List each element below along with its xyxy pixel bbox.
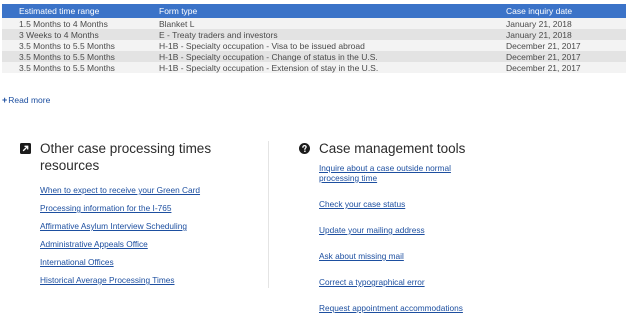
table-row: 3.5 Months to 5.5 Months H-1B - Specialt… bbox=[2, 40, 626, 51]
appeals-office-link[interactable]: Administrative Appeals Office bbox=[40, 239, 148, 249]
list-item: Correct a typographical error bbox=[319, 272, 529, 290]
typo-error-link[interactable]: Correct a typographical error bbox=[319, 277, 425, 287]
table-row: 3 Weeks to 4 Months E - Treaty traders a… bbox=[2, 29, 626, 40]
historical-times-link[interactable]: Historical Average Processing Times bbox=[40, 275, 175, 285]
cell-inquiry-date: December 21, 2017 bbox=[489, 51, 626, 62]
other-resources-title-line1: Other case processing times bbox=[40, 141, 212, 156]
list-item: Administrative Appeals Office bbox=[40, 234, 252, 252]
other-resources-links: When to expect to receive your Green Car… bbox=[20, 180, 252, 288]
international-offices-link[interactable]: International Offices bbox=[40, 257, 114, 267]
read-more-label: Read more bbox=[8, 95, 51, 105]
inquire-case-link[interactable]: Inquire about a case outside normal proc… bbox=[319, 163, 484, 183]
table-row: 3.5 Months to 5.5 Months H-1B - Specialt… bbox=[2, 51, 626, 62]
cell-time-range: 3.5 Months to 5.5 Months bbox=[2, 40, 142, 51]
table-row: 1.5 Months to 4 Months Blanket L January… bbox=[2, 18, 626, 29]
i765-link[interactable]: Processing information for the I-765 bbox=[40, 203, 171, 213]
cell-form-type: E - Treaty traders and investors bbox=[142, 29, 489, 40]
cell-form-type: H-1B - Specialty occupation - Visa to be… bbox=[142, 40, 489, 51]
list-item: Ask about missing mail bbox=[319, 246, 529, 264]
list-item: Historical Average Processing Times bbox=[40, 270, 252, 288]
cell-form-type: H-1B - Specialty occupation - Extension … bbox=[142, 62, 489, 73]
list-item: Affirmative Asylum Interview Scheduling bbox=[40, 216, 252, 234]
other-resources-section: Other case processing times resources Wh… bbox=[20, 140, 252, 288]
other-resources-header: Other case processing times resources bbox=[20, 140, 252, 174]
list-item: International Offices bbox=[40, 252, 252, 270]
table-header-row: Estimated time range Form type Case inqu… bbox=[2, 4, 626, 18]
appointment-accommodations-link[interactable]: Request appointment accommodations bbox=[319, 303, 463, 313]
read-more-link[interactable]: +Read more bbox=[2, 95, 50, 105]
cell-inquiry-date: January 21, 2018 bbox=[489, 29, 626, 40]
case-tools-header: Case management tools bbox=[299, 140, 529, 157]
header-form-type: Form type bbox=[142, 4, 489, 18]
check-case-status-link[interactable]: Check your case status bbox=[319, 199, 405, 209]
plus-icon: + bbox=[2, 95, 8, 105]
cell-inquiry-date: December 21, 2017 bbox=[489, 40, 626, 51]
list-item: Check your case status bbox=[319, 194, 529, 212]
header-estimated-time-range: Estimated time range bbox=[2, 4, 142, 18]
external-link-icon bbox=[20, 143, 31, 154]
cell-time-range: 3.5 Months to 5.5 Months bbox=[2, 62, 142, 73]
case-tools-links: Inquire about a case outside normal proc… bbox=[299, 163, 529, 316]
cell-form-type: Blanket L bbox=[142, 18, 489, 29]
cell-time-range: 3 Weeks to 4 Months bbox=[2, 29, 142, 40]
header-case-inquiry-date: Case inquiry date bbox=[489, 4, 626, 18]
processing-times-table-container: Estimated time range Form type Case inqu… bbox=[2, 4, 626, 73]
other-resources-title: Other case processing times resources bbox=[40, 140, 252, 174]
processing-times-table: Estimated time range Form type Case inqu… bbox=[2, 4, 626, 73]
section-divider bbox=[268, 141, 269, 288]
case-tools-title: Case management tools bbox=[319, 141, 466, 156]
missing-mail-link[interactable]: Ask about missing mail bbox=[319, 251, 404, 261]
other-resources-title-line2: resources bbox=[40, 158, 100, 173]
update-address-link[interactable]: Update your mailing address bbox=[319, 225, 425, 235]
list-item: Inquire about a case outside normal proc… bbox=[319, 163, 529, 186]
list-item: Request appointment accommodations bbox=[319, 298, 529, 316]
cell-form-type: H-1B - Specialty occupation - Change of … bbox=[142, 51, 489, 62]
list-item: Update your mailing address bbox=[319, 220, 529, 238]
asylum-scheduling-link[interactable]: Affirmative Asylum Interview Scheduling bbox=[40, 221, 187, 231]
list-item: Processing information for the I-765 bbox=[40, 198, 252, 216]
cell-inquiry-date: December 21, 2017 bbox=[489, 62, 626, 73]
cell-inquiry-date: January 21, 2018 bbox=[489, 18, 626, 29]
case-tools-section: Case management tools Inquire about a ca… bbox=[299, 140, 529, 324]
cell-time-range: 3.5 Months to 5.5 Months bbox=[2, 51, 142, 62]
table-row: 3.5 Months to 5.5 Months H-1B - Specialt… bbox=[2, 62, 626, 73]
green-card-link[interactable]: When to expect to receive your Green Car… bbox=[40, 185, 200, 195]
question-circle-icon bbox=[299, 143, 310, 154]
cell-time-range: 1.5 Months to 4 Months bbox=[2, 18, 142, 29]
list-item: When to expect to receive your Green Car… bbox=[40, 180, 252, 198]
